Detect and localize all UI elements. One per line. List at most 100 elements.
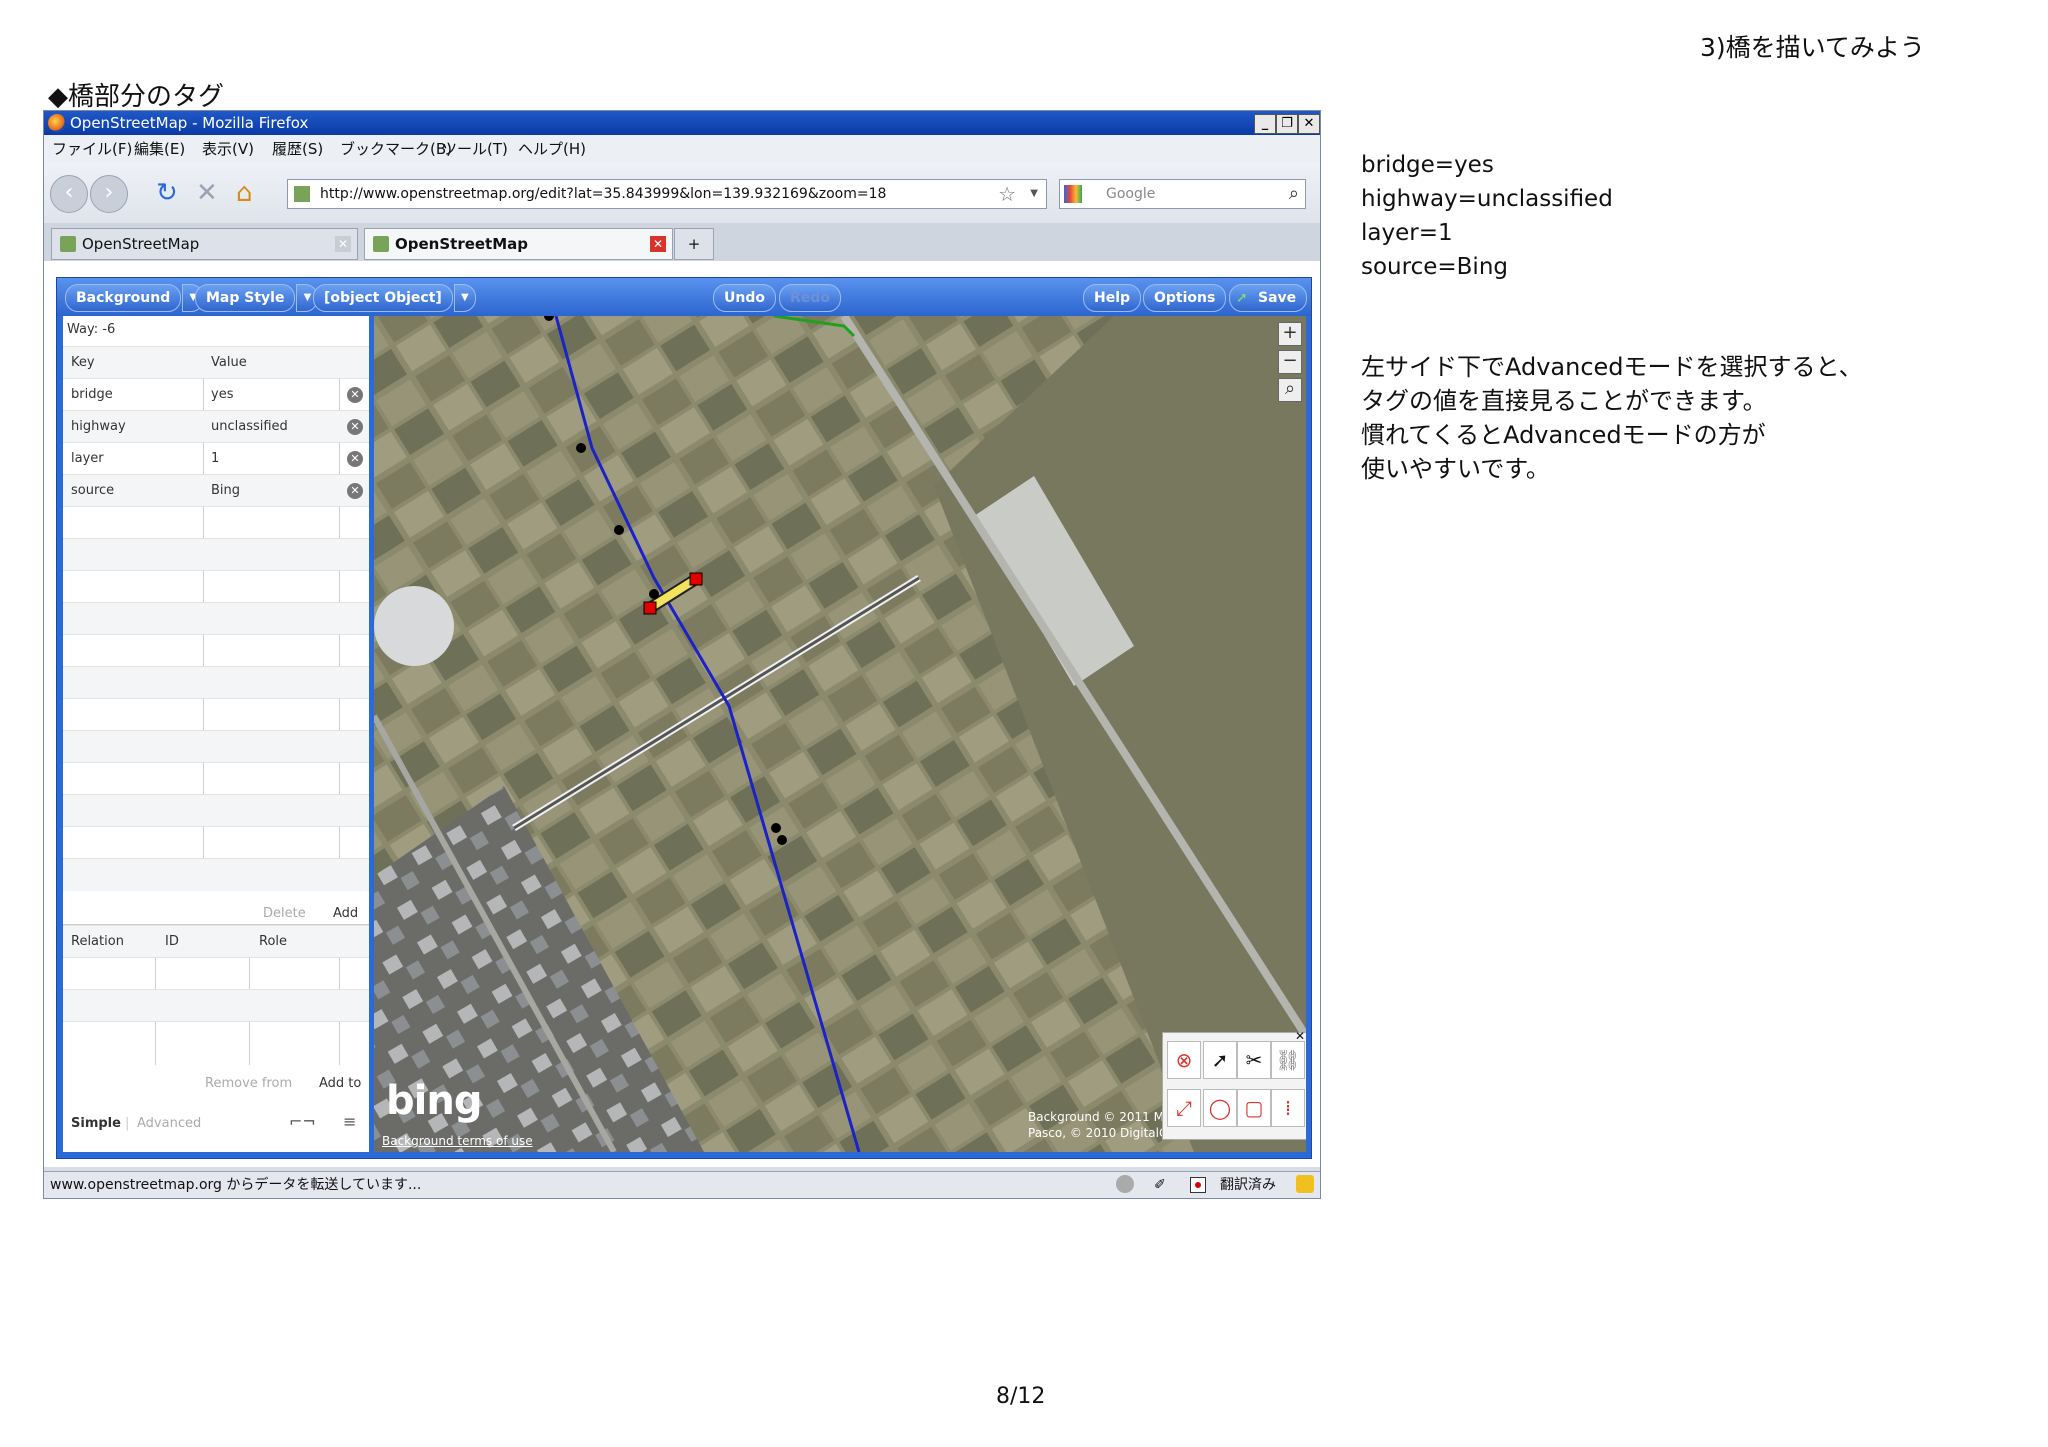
navigation-toolbar: ‹ › ↻ ✕ ⌂ http://www.openstreetmap.org/e…: [44, 163, 1320, 223]
scissors-icon[interactable]: ✂: [1237, 1041, 1271, 1079]
tab-close-icon[interactable]: ✕: [335, 236, 351, 252]
background-terms-link[interactable]: Background terms of use: [382, 1134, 533, 1148]
delete-tag-icon[interactable]: ✕: [347, 451, 363, 467]
explain-line: 使いやすいです。: [1361, 455, 1550, 483]
remove-from-relation-button[interactable]: Remove from: [205, 1076, 292, 1091]
new-tab-button[interactable]: +: [674, 228, 714, 260]
tag-row[interactable]: highway unclassified ✕: [63, 410, 369, 443]
minimize-button[interactable]: _: [1254, 114, 1276, 134]
url-text: http://www.openstreetmap.org/edit?lat=35…: [320, 186, 887, 202]
key-column-header: Key: [71, 355, 95, 370]
search-placeholder: Google: [1106, 186, 1156, 202]
tag-row[interactable]: source Bing ✕: [63, 474, 369, 507]
restore-button[interactable]: ❐: [1276, 114, 1298, 134]
url-bar[interactable]: http://www.openstreetmap.org/edit?lat=35…: [287, 179, 1047, 209]
mode-divider: |: [125, 1116, 130, 1131]
save-button[interactable]: ➚ Save: [1229, 284, 1308, 312]
arrow-icon[interactable]: ➚: [1203, 1041, 1237, 1079]
page-content: Background ▼ Map Style ▼ [object Object] ▼ …: [44, 261, 1320, 1167]
delete-tag-icon[interactable]: ✕: [347, 483, 363, 499]
simple-mode-tab[interactable]: Simple: [71, 1116, 121, 1131]
tag-row[interactable]: bridge yes ✕: [63, 378, 369, 411]
tab-close-icon[interactable]: ✕: [650, 236, 666, 252]
firefox-icon: [48, 114, 66, 132]
tag-value: 1: [211, 451, 220, 466]
notification-icon[interactable]: [1296, 1175, 1314, 1193]
zoom-search-icon[interactable]: ⌕: [1278, 378, 1302, 402]
tag-line: source=Bing: [1361, 254, 1508, 280]
delete-icon[interactable]: ⊗: [1167, 1041, 1201, 1079]
tag-value: yes: [211, 387, 234, 402]
tab-openstreetmap-1[interactable]: OpenStreetMap ✕: [51, 228, 358, 260]
tab-bar: OpenStreetMap ✕ OpenStreetMap ✕ +: [44, 223, 1320, 261]
slide-title: 3)橋を描いてみよう: [1700, 33, 1925, 62]
help-button[interactable]: Help: [1083, 284, 1142, 312]
close-window-button[interactable]: ✕: [1298, 114, 1320, 134]
menu-view[interactable]: 表示(V): [202, 135, 254, 163]
map-style-button[interactable]: Map Style ▼: [195, 284, 319, 312]
tag-line: layer=1: [1361, 220, 1453, 246]
object-button[interactable]: [object Object] ▼: [313, 284, 476, 312]
zoom-out-icon[interactable]: −: [1278, 350, 1302, 374]
link-icon[interactable]: ⛓: [1271, 1041, 1305, 1079]
addon-icon[interactable]: [1116, 1175, 1134, 1193]
save-arrow-icon: ➚: [1236, 290, 1248, 306]
tag-grid: Key Value bridge yes ✕ highway unclassif…: [63, 346, 369, 891]
advanced-mode-tab[interactable]: Advanced: [137, 1116, 201, 1131]
tag-key: bridge: [71, 387, 113, 402]
value-column-header: Value: [211, 355, 247, 370]
id-column-header: ID: [165, 934, 179, 949]
forward-icon[interactable]: ›: [90, 175, 128, 213]
tab-label: OpenStreetMap: [395, 235, 529, 253]
search-box[interactable]: Google ⌕: [1059, 179, 1306, 209]
menu-bookmarks[interactable]: ブックマーク(B): [340, 135, 452, 163]
reverse-way-icon[interactable]: ⤢: [1167, 1089, 1201, 1127]
tag-row[interactable]: layer 1 ✕: [63, 442, 369, 475]
menu-edit[interactable]: 編集(E): [134, 135, 185, 163]
role-column-header: Role: [259, 934, 288, 949]
search-engine-icon[interactable]: [1064, 185, 1082, 203]
stop-icon[interactable]: ✕: [196, 179, 218, 207]
reload-icon[interactable]: ↻: [156, 179, 178, 207]
add-tag-button[interactable]: Add: [333, 906, 358, 921]
map-canvas[interactable]: + − ⌕ bing Background terms of use Backg…: [374, 316, 1306, 1152]
close-palette-icon[interactable]: ✕: [1295, 1029, 1305, 1043]
title-bar: OpenStreetMap - Mozilla Firefox _ ❐ ✕: [44, 111, 1320, 135]
delete-tag-icon[interactable]: ✕: [347, 387, 363, 403]
options-button[interactable]: Options: [1143, 284, 1227, 312]
relation-grid: Relation ID Role: [63, 924, 369, 1065]
tab-openstreetmap-2[interactable]: OpenStreetMap ✕: [364, 228, 673, 260]
delete-tag-button[interactable]: Delete: [263, 906, 306, 921]
menu-history[interactable]: 履歴(S): [272, 135, 323, 163]
explain-line: 左サイド下でAdvancedモードを選択すると、: [1361, 353, 1863, 381]
menu-help[interactable]: ヘルプ(H): [518, 135, 586, 163]
properties-panel: Way: -6 Key Value bridge yes ✕ highway u…: [63, 316, 369, 1152]
home-icon[interactable]: ⌂: [236, 179, 253, 207]
background-button[interactable]: Background ▼: [65, 284, 205, 312]
redo-button[interactable]: Redo: [779, 284, 841, 312]
translate-status[interactable]: 翻訳済み: [1220, 1172, 1276, 1198]
tool-icon[interactable]: ✐: [1154, 1172, 1166, 1198]
site-favicon-icon: [294, 186, 310, 202]
menu-bar: ファイル(F) 編集(E) 表示(V) 履歴(S) ブックマーク(B) ツール(…: [44, 135, 1320, 163]
status-text: www.openstreetmap.org からデータを転送しています...: [50, 1177, 422, 1193]
straighten-icon[interactable]: ⁞: [1271, 1089, 1305, 1127]
editor-toolbar: Background ▼ Map Style ▼ [object Object] ▼ …: [57, 278, 1311, 316]
search-icon[interactable]: ⌕: [1289, 180, 1299, 208]
text-view-icon[interactable]: ⌐¬: [289, 1112, 316, 1131]
menu-tools[interactable]: ツール(T): [442, 135, 508, 163]
delete-tag-icon[interactable]: ✕: [347, 419, 363, 435]
section-title: ◆橋部分のタグ: [48, 82, 224, 112]
undo-button[interactable]: Undo: [713, 284, 776, 312]
back-icon[interactable]: ‹: [50, 175, 88, 213]
bookmark-star-icon[interactable]: ☆: [998, 180, 1016, 208]
url-dropdown-icon[interactable]: ▼: [1030, 180, 1038, 208]
tag-summary: bridge=yes highway=unclassified layer=1 …: [1361, 148, 1613, 284]
add-to-relation-button[interactable]: Add to: [319, 1076, 361, 1091]
orthogonalise-icon[interactable]: ▢: [1237, 1089, 1271, 1127]
explanation: 左サイド下でAdvancedモードを選択すると、 タグの値を直接見ることができま…: [1361, 350, 1863, 486]
menu-file[interactable]: ファイル(F): [52, 135, 132, 163]
zoom-in-icon[interactable]: +: [1278, 322, 1302, 346]
list-view-icon[interactable]: ≡: [343, 1112, 356, 1131]
circularise-icon[interactable]: ◯: [1203, 1089, 1237, 1127]
